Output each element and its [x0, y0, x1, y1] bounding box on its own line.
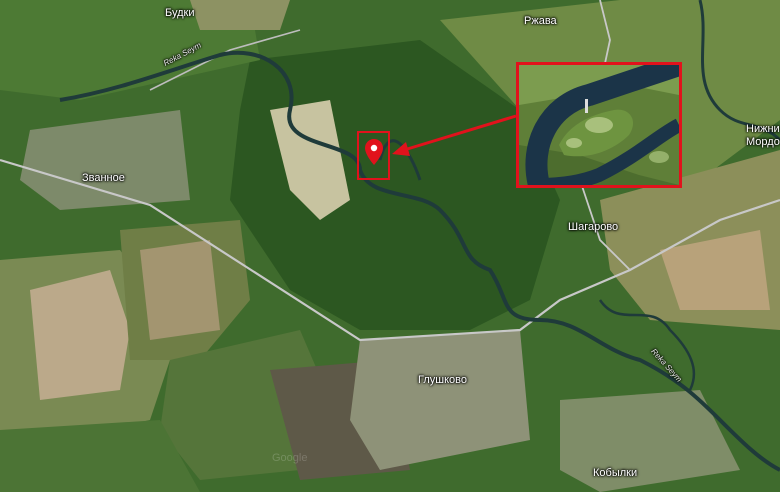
place-label-budki[interactable]: Будки: [165, 7, 195, 19]
place-label-shagarovo[interactable]: Шагарово: [568, 221, 618, 233]
place-label-mordo[interactable]: Мордо: [746, 136, 780, 148]
place-label-glushkovo[interactable]: Глушково: [418, 374, 467, 386]
place-label-rzhava[interactable]: Ржава: [524, 15, 557, 27]
inset-terrain: [519, 65, 679, 185]
arrow-left-icon: [392, 114, 517, 156]
place-label-nizhnie[interactable]: Нижни: [746, 123, 780, 135]
place-label-zvannoe[interactable]: Званное: [82, 172, 125, 184]
location-pin-icon[interactable]: [365, 139, 383, 165]
map-watermark: Google: [272, 452, 308, 464]
place-label-kobylki[interactable]: Кобылки: [593, 467, 637, 479]
satellite-map[interactable]: Будки Ржава Званное Шагарово Глушково Ко…: [0, 0, 780, 492]
zoom-inset: [516, 62, 682, 188]
